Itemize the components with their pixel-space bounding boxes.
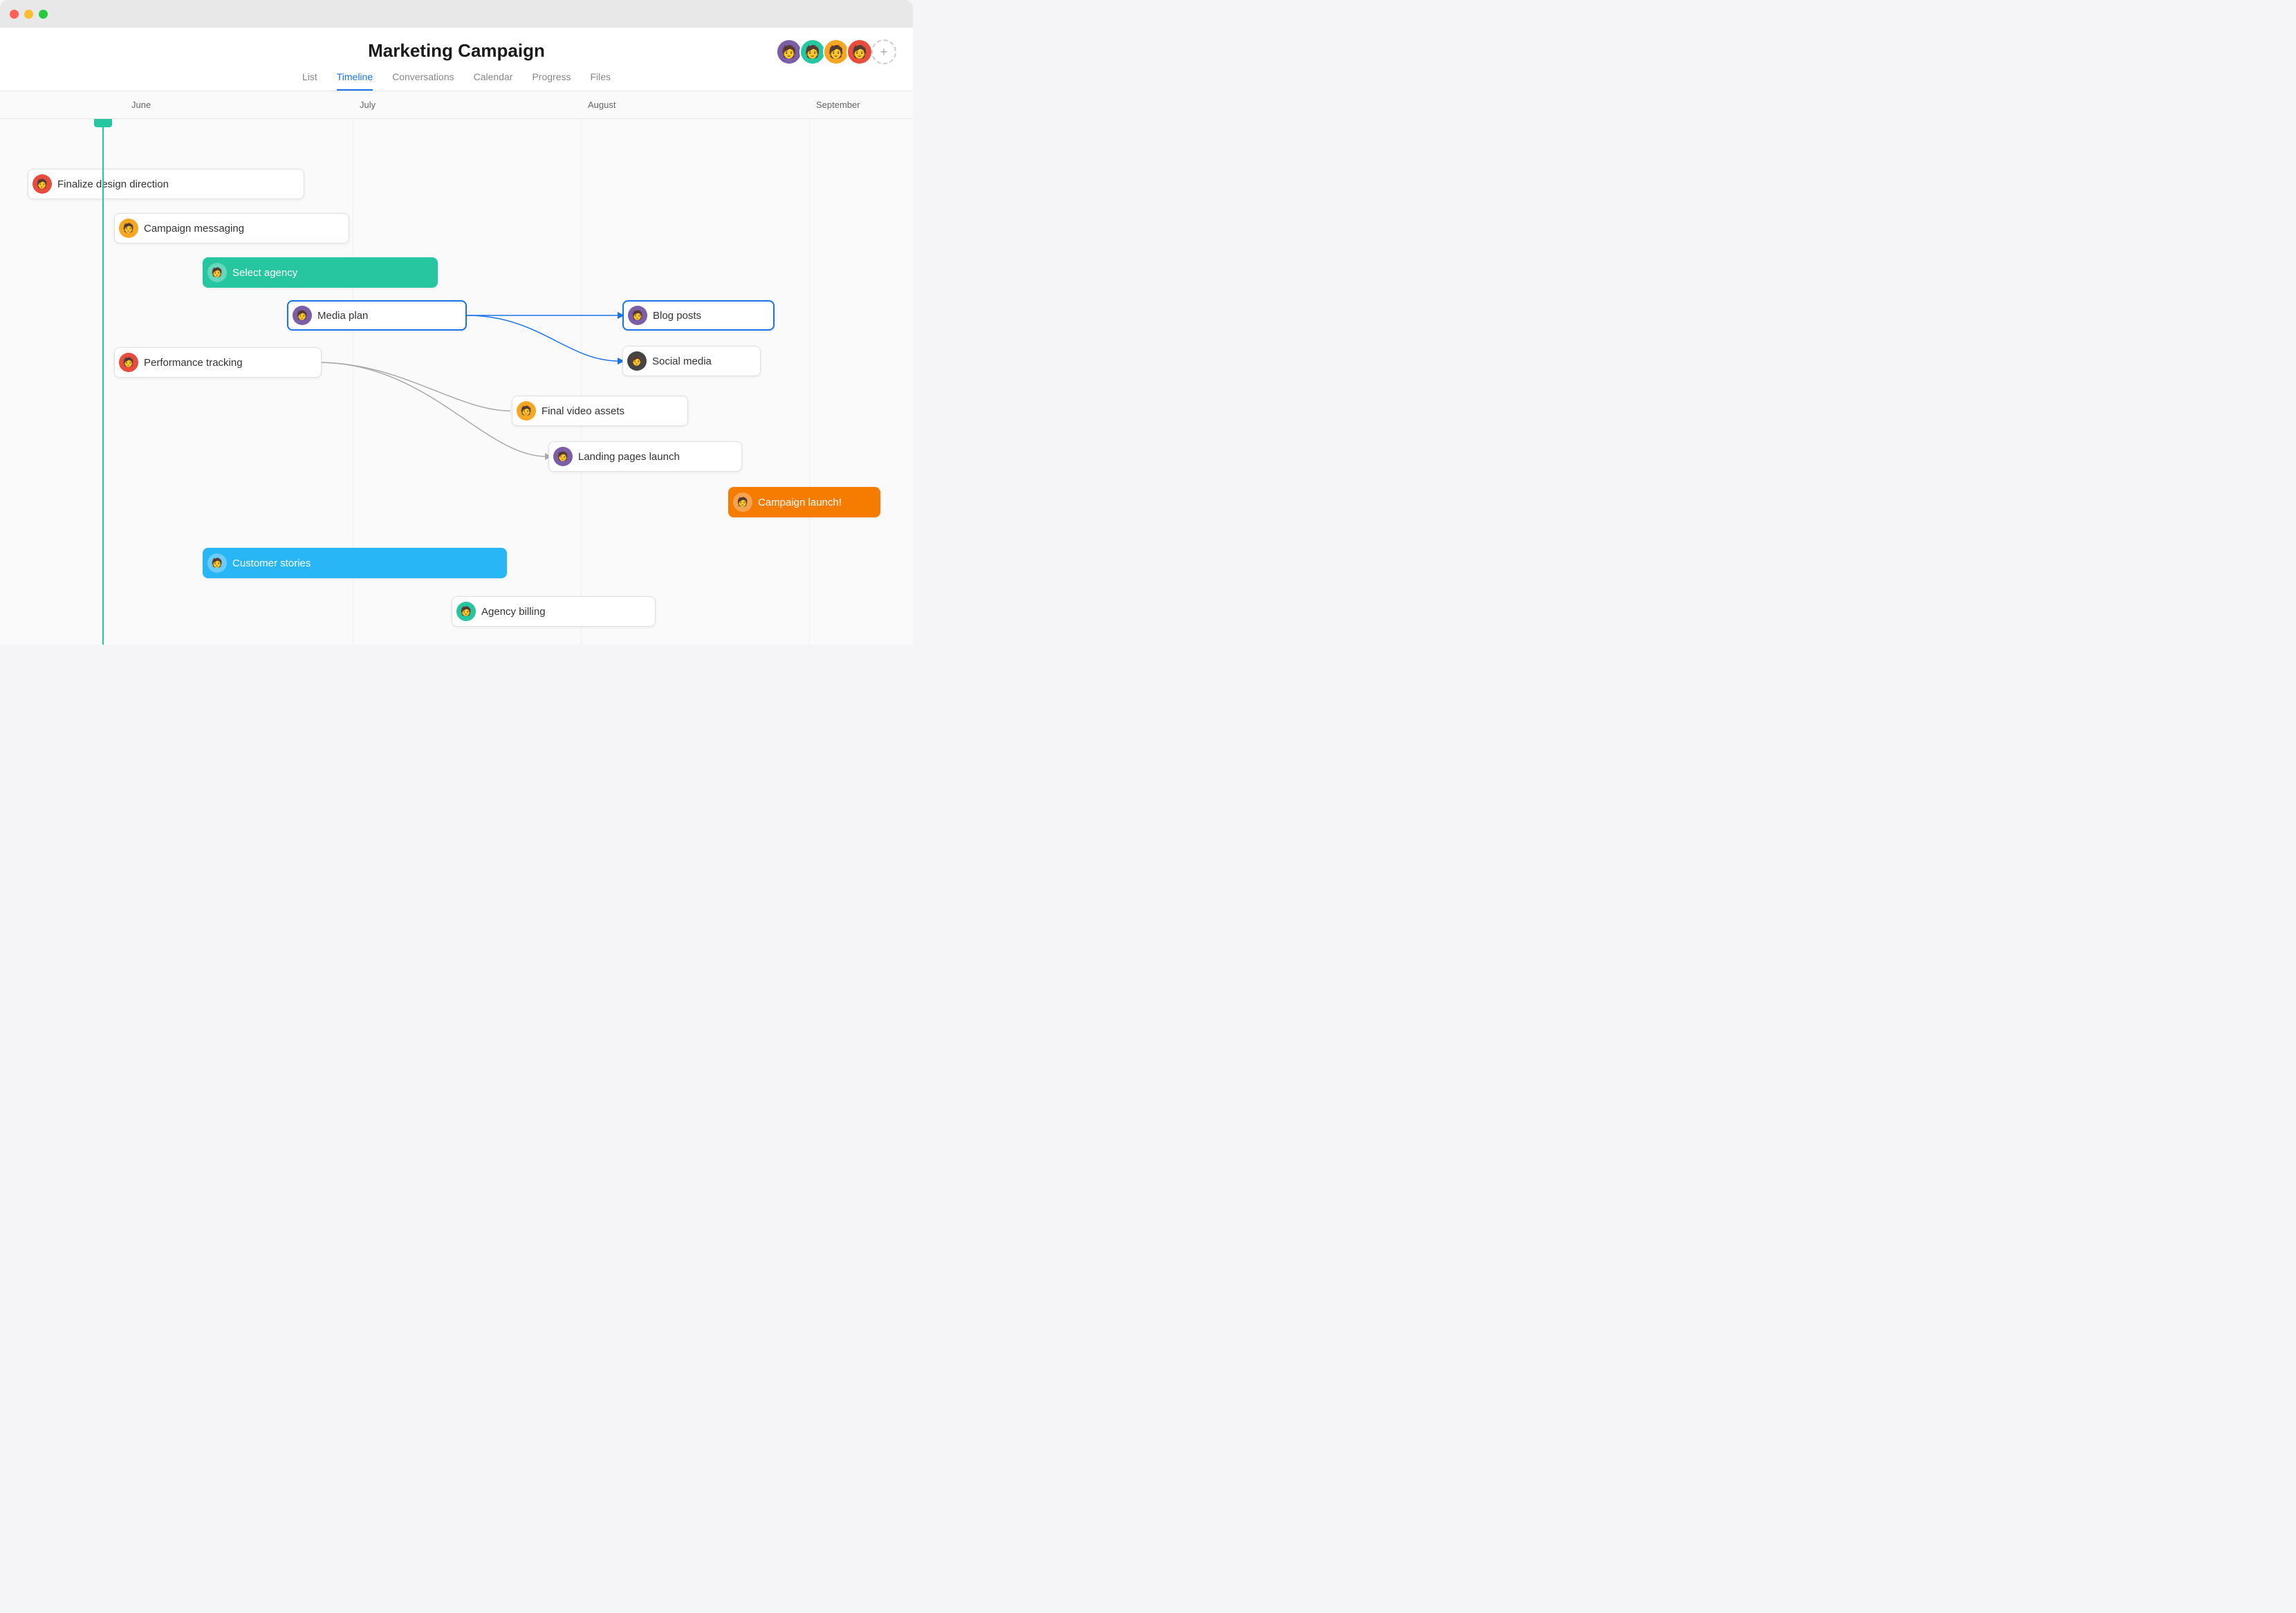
task-avatar: 🧑 <box>119 353 138 372</box>
task-customer-stories[interactable]: 🧑 Customer stories <box>203 548 507 578</box>
maximize-button[interactable] <box>39 10 48 19</box>
tabs-nav: List Timeline Conversations Calendar Pro… <box>302 71 611 91</box>
task-label: Performance tracking <box>144 357 243 369</box>
months-bar: June July August September <box>0 91 913 119</box>
avatar-3[interactable]: 🧑 <box>823 39 849 65</box>
task-avatar: 🧑 <box>627 351 647 371</box>
task-label: Campaign launch! <box>758 497 842 508</box>
task-performance-tracking[interactable]: 🧑 Performance tracking <box>114 347 322 378</box>
tab-conversations[interactable]: Conversations <box>392 71 454 91</box>
minimize-button[interactable] <box>24 10 33 19</box>
task-finalize-design[interactable]: 🧑 Finalize design direction <box>28 169 304 199</box>
task-avatar: 🧑 <box>33 174 52 194</box>
avatar-1[interactable]: 🧑 <box>776 39 802 65</box>
divider-august <box>581 119 582 645</box>
task-agency-billing[interactable]: 🧑 Agency billing <box>452 596 656 627</box>
add-member-button[interactable]: + <box>871 39 896 64</box>
task-avatar: 🧑 <box>553 447 573 466</box>
avatar-group: 🧑 🧑 🧑 🧑 + <box>780 39 896 65</box>
task-label: Agency billing <box>481 606 546 618</box>
divider-september <box>809 119 810 645</box>
task-avatar: 🧑 <box>119 219 138 238</box>
task-label: Media plan <box>317 310 368 322</box>
tab-progress[interactable]: Progress <box>532 71 571 91</box>
task-avatar: 🧑 <box>517 401 536 421</box>
tab-timeline[interactable]: Timeline <box>337 71 373 91</box>
titlebar <box>0 0 913 28</box>
task-landing-pages[interactable]: 🧑 Landing pages launch <box>548 441 742 472</box>
task-avatar: 🧑 <box>207 263 227 282</box>
month-september: September <box>809 91 913 118</box>
task-social-media[interactable]: 🧑 Social media <box>622 346 761 376</box>
task-final-video[interactable]: 🧑 Final video assets <box>512 396 688 426</box>
app-container: Marketing Campaign 🧑 🧑 🧑 🧑 + List Timeli… <box>0 28 913 645</box>
task-label: Landing pages launch <box>578 451 680 463</box>
header: Marketing Campaign 🧑 🧑 🧑 🧑 + List Timeli… <box>0 28 913 91</box>
close-button[interactable] <box>10 10 19 19</box>
task-label: Select agency <box>232 267 297 279</box>
tab-list[interactable]: List <box>302 71 317 91</box>
task-avatar: 🧑 <box>293 306 312 325</box>
task-label: Campaign messaging <box>144 223 244 234</box>
task-select-agency[interactable]: 🧑 Select agency <box>203 257 438 288</box>
task-avatar: 🧑 <box>456 602 476 621</box>
task-label: Finalize design direction <box>57 178 169 190</box>
today-marker <box>102 119 104 645</box>
task-blog-posts[interactable]: 🧑 Blog posts <box>622 300 775 331</box>
task-campaign-messaging[interactable]: 🧑 Campaign messaging <box>114 213 349 243</box>
month-august: August <box>581 91 809 118</box>
task-label: Final video assets <box>541 405 624 417</box>
task-avatar: 🧑 <box>628 306 647 325</box>
task-avatar: 🧑 <box>733 492 752 512</box>
task-avatar: 🧑 <box>207 553 227 573</box>
task-label: Blog posts <box>653 310 701 322</box>
task-media-plan[interactable]: 🧑 Media plan <box>287 300 467 331</box>
project-title: Marketing Campaign <box>368 40 545 62</box>
tab-calendar[interactable]: Calendar <box>474 71 513 91</box>
month-july: July <box>353 91 581 118</box>
task-label: Social media <box>652 356 712 367</box>
month-june: June <box>124 91 353 118</box>
timeline-canvas: 🧑 Finalize design direction 🧑 Campaign m… <box>0 119 899 645</box>
timeline-container[interactable]: June July August September <box>0 91 913 645</box>
task-campaign-launch[interactable]: 🧑 Campaign launch! <box>728 487 880 517</box>
avatar-2[interactable]: 🧑 <box>799 39 826 65</box>
avatar-4[interactable]: 🧑 <box>846 39 873 65</box>
tab-files[interactable]: Files <box>590 71 611 91</box>
task-label: Customer stories <box>232 557 311 569</box>
